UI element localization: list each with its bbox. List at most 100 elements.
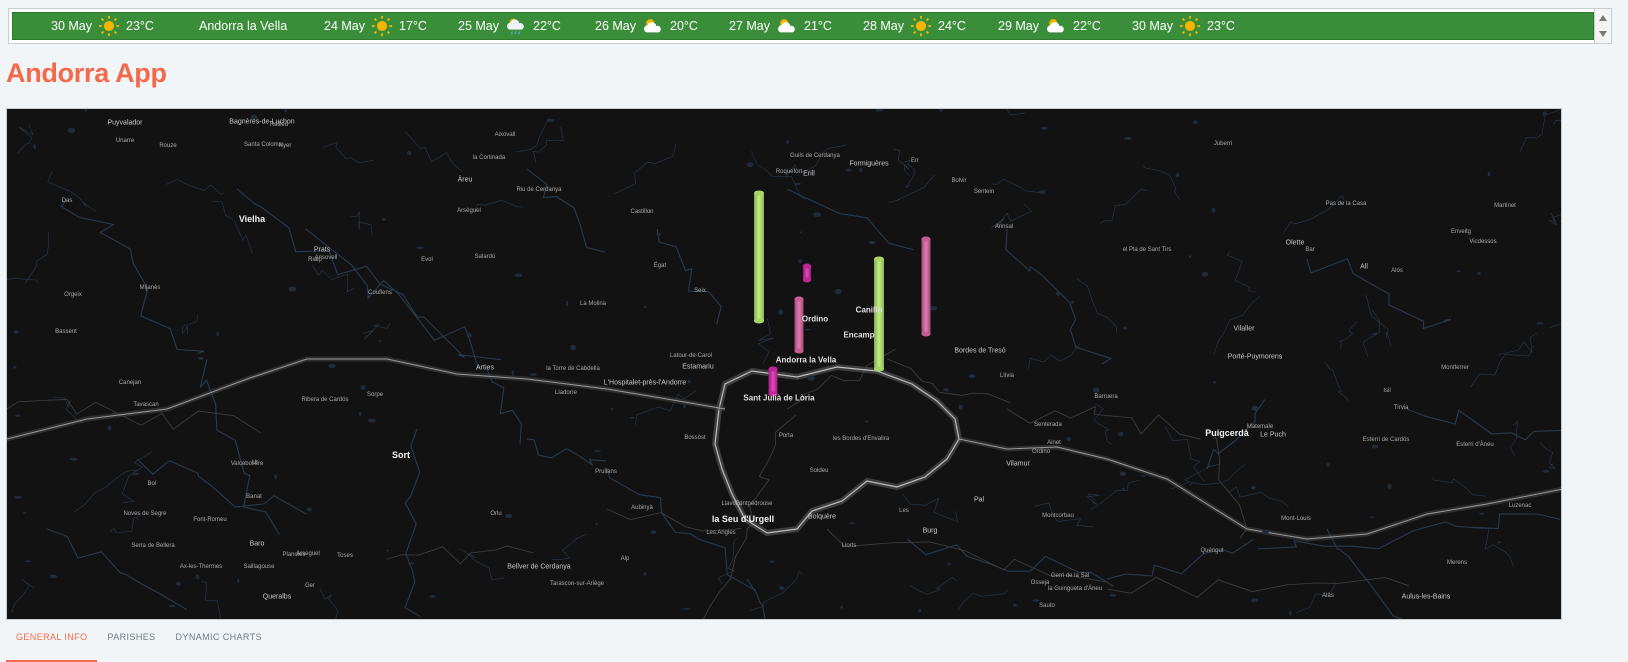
map-label-town: Esterri d'Àneu bbox=[1456, 442, 1494, 448]
map-label-town: Alàs bbox=[1322, 593, 1334, 599]
lake-shape bbox=[1066, 437, 1072, 442]
stream-path bbox=[182, 314, 198, 335]
lake-shape bbox=[429, 595, 436, 598]
map-label-town: Baro bbox=[249, 540, 265, 548]
map-label-town: Merens bbox=[1446, 560, 1468, 566]
weather-date: 30 May bbox=[1132, 19, 1173, 33]
lake-shape bbox=[813, 212, 822, 218]
lake-shape bbox=[306, 507, 312, 512]
map-label-town: Montferrer bbox=[1441, 365, 1469, 371]
map-label-town: Ainet bbox=[1047, 440, 1061, 446]
lake-shape bbox=[382, 218, 386, 221]
map-label-town: Sentein bbox=[973, 189, 995, 195]
map-label-town: Ordino bbox=[1031, 449, 1051, 455]
map-label-town: Ax-les-Thermes bbox=[179, 564, 223, 570]
stream-path bbox=[1553, 120, 1561, 125]
stream-path bbox=[1472, 527, 1514, 567]
tab-general-info[interactable]: GENERAL INFO bbox=[6, 630, 98, 662]
map-label-town: Orlu bbox=[490, 511, 502, 517]
stream-path bbox=[1076, 278, 1117, 333]
magenta-pillar-llorts[interactable] bbox=[803, 263, 811, 283]
lake-shape bbox=[546, 118, 555, 123]
lake-shape bbox=[682, 608, 691, 610]
pink-pillar-ordino[interactable] bbox=[794, 296, 804, 354]
ticker-scroll-control[interactable] bbox=[1594, 9, 1611, 43]
lake-shape bbox=[1487, 171, 1491, 177]
map-label-town: Toses bbox=[337, 553, 353, 559]
tab-dynamic-charts[interactable]: DYNAMIC CHARTS bbox=[166, 630, 272, 662]
map-label-town: Lladorre bbox=[554, 390, 578, 396]
stream-path bbox=[1190, 463, 1246, 487]
river-path bbox=[1326, 528, 1403, 619]
lake-shape bbox=[656, 232, 661, 236]
stream-path bbox=[11, 578, 35, 613]
stream-path bbox=[474, 200, 524, 214]
map-label-town: Porté-Puymorens bbox=[1227, 353, 1283, 361]
map-label-town: Err bbox=[911, 158, 919, 164]
lake-shape bbox=[1119, 471, 1127, 477]
map-label-town: Sorpe bbox=[366, 392, 384, 398]
stream-path bbox=[1365, 294, 1392, 348]
lake-shape bbox=[1032, 599, 1040, 602]
magenta-pillar-sant-julia[interactable] bbox=[768, 366, 778, 397]
weather-ticker-frame: 30 May 23°C Andorra la Vella 24 May 17°C 25 M… bbox=[8, 8, 1612, 44]
map-label-town: Aubinyà bbox=[631, 505, 653, 511]
lake-shape bbox=[12, 365, 17, 369]
lake-shape bbox=[69, 457, 78, 461]
lake-shape bbox=[746, 162, 754, 168]
stream-path bbox=[551, 533, 587, 561]
green-pillar-pal[interactable] bbox=[754, 190, 764, 324]
weather-date: 29 May bbox=[998, 19, 1039, 33]
stream-path bbox=[350, 211, 373, 236]
weather-temp: 24°C bbox=[938, 19, 966, 33]
lake-shape bbox=[25, 560, 31, 563]
river-path bbox=[46, 528, 188, 611]
lake-shape bbox=[799, 231, 803, 234]
weather-ticker: 30 May 23°C Andorra la Vella 24 May 17°C 25 M… bbox=[12, 12, 1594, 40]
lake-shape bbox=[798, 259, 803, 263]
map-view[interactable]: Vielha Sort la Seu d'Urgell Puigcerdà Andorr… bbox=[6, 108, 1562, 620]
lake-shape bbox=[1118, 431, 1124, 437]
map-label-town: Martinet bbox=[1494, 203, 1516, 209]
map-label-major: Encamp bbox=[843, 330, 875, 340]
map-label-town: Formiguères bbox=[849, 160, 889, 168]
map-label-town: Riu de Cerdanya bbox=[516, 187, 562, 193]
lake-shape bbox=[786, 140, 789, 144]
tab-parishes[interactable]: PARISHES bbox=[97, 630, 165, 662]
lake-shape bbox=[939, 109, 943, 112]
lake-shape bbox=[67, 127, 76, 134]
lake-shape bbox=[1012, 603, 1017, 607]
lake-shape bbox=[1193, 120, 1198, 124]
map-label-town: Porta bbox=[778, 433, 794, 439]
map-label-town: Evol bbox=[421, 257, 433, 263]
stream-path bbox=[323, 141, 374, 164]
map-label-town: Aixovall bbox=[494, 132, 516, 138]
map-label-town: Montcorbau bbox=[1042, 513, 1074, 519]
lake-shape bbox=[849, 522, 855, 525]
map-label-town: Soldeu bbox=[809, 468, 829, 474]
weather-date: 30 May bbox=[51, 19, 92, 33]
lake-shape bbox=[360, 385, 366, 390]
scroll-down-icon[interactable] bbox=[1599, 31, 1607, 37]
stream-path bbox=[1228, 486, 1289, 508]
lake-shape bbox=[407, 151, 412, 155]
lake-shape bbox=[1055, 291, 1062, 296]
lake-shape bbox=[868, 241, 876, 245]
cloud-rain-sun-icon bbox=[505, 15, 527, 37]
sun-icon bbox=[1179, 15, 1201, 37]
lake-shape bbox=[918, 609, 921, 613]
map-label-major: la Seu d'Urgell bbox=[711, 514, 775, 524]
stream-path bbox=[1143, 164, 1181, 201]
scroll-up-icon[interactable] bbox=[1599, 15, 1607, 21]
lake-shape bbox=[947, 562, 951, 566]
lake-shape bbox=[416, 246, 425, 249]
lake-shape bbox=[505, 513, 512, 519]
lake-shape bbox=[284, 109, 287, 113]
lake-shape bbox=[834, 289, 842, 295]
map-label-town: La Molina bbox=[579, 301, 607, 307]
map-label-town: Juberri bbox=[1213, 141, 1233, 147]
pink-pillar-el-tarter[interactable] bbox=[921, 236, 931, 337]
map-label-town: Alós bbox=[1391, 268, 1403, 274]
lake-shape bbox=[1123, 137, 1132, 140]
weather-location: Andorra la Vella bbox=[199, 19, 288, 33]
